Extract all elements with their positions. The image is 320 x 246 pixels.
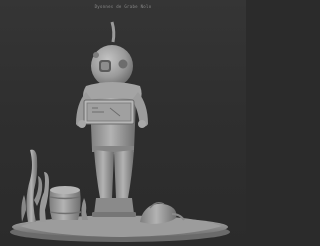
sculpt-viewport[interactable]: Dyonnes de Grabe Nolo xyxy=(0,0,246,246)
diver-model-render[interactable] xyxy=(0,0,246,246)
treasure-box-icon xyxy=(83,99,135,125)
seaweed-small xyxy=(81,198,88,220)
barrel-prop xyxy=(49,186,82,220)
coral-plant xyxy=(21,149,49,222)
diver-figure xyxy=(76,21,148,217)
